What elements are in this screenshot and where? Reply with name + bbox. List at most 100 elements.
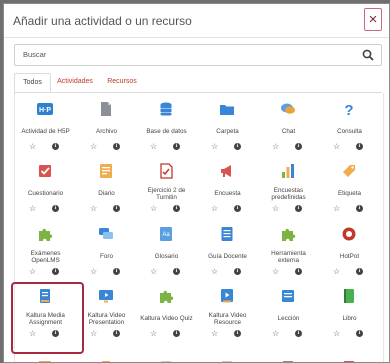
- info-icon[interactable]: i: [173, 268, 180, 275]
- star-icon[interactable]: ☆: [29, 205, 36, 213]
- modal-header: Añadir una actividad o un recurso ×: [4, 4, 389, 38]
- tab-actividades[interactable]: Actividades: [54, 73, 96, 92]
- star-icon[interactable]: ☆: [29, 143, 36, 151]
- star-icon[interactable]: ☆: [29, 268, 36, 276]
- info-icon[interactable]: i: [356, 268, 363, 275]
- info-icon[interactable]: i: [234, 330, 241, 337]
- info-icon[interactable]: i: [52, 268, 59, 275]
- star-icon[interactable]: ☆: [272, 268, 279, 276]
- partial-icon-6: [344, 361, 354, 362]
- question-icon: ?: [344, 102, 353, 117]
- search-input[interactable]: Buscar: [14, 44, 382, 66]
- search-icon[interactable]: [362, 49, 374, 61]
- star-icon[interactable]: ☆: [90, 330, 97, 338]
- info-icon[interactable]: i: [113, 330, 120, 337]
- survey-chart-icon: [282, 164, 294, 178]
- kaltura-resource-icon: [221, 289, 233, 303]
- activity-tile-kaltura-video-quiz[interactable]: Kaltura Video Quiz ☆ i: [137, 282, 196, 342]
- star-icon[interactable]: ☆: [333, 268, 340, 276]
- activity-tile-encuestas-predefinidas[interactable]: Encuestas predefinidas ☆ i: [259, 157, 318, 217]
- tag-icon: [343, 165, 355, 177]
- info-icon[interactable]: i: [173, 205, 180, 212]
- star-icon[interactable]: ☆: [272, 330, 279, 338]
- info-icon[interactable]: i: [295, 143, 302, 150]
- tile-label: Libro: [342, 315, 357, 323]
- partial-icon-4: [222, 361, 232, 362]
- activity-tile-etiqueta[interactable]: Etiqueta ☆ i: [320, 157, 379, 217]
- star-icon[interactable]: ☆: [211, 143, 218, 151]
- tile-label: Cuestionario: [27, 190, 64, 198]
- info-icon[interactable]: i: [295, 330, 302, 337]
- activity-tile-guia-docente[interactable]: Guía Docente ☆ i: [198, 220, 257, 280]
- activity-tile-kaltura-video-resource[interactable]: Kaltura Video Resource ☆ i: [198, 282, 257, 342]
- info-icon[interactable]: i: [173, 330, 180, 337]
- puzzle-icon: [282, 228, 296, 241]
- star-icon[interactable]: ☆: [150, 205, 157, 213]
- svg-text:?: ?: [344, 102, 353, 117]
- tile-label: Carpeta: [216, 128, 239, 136]
- quiz-icon: [39, 165, 51, 177]
- info-icon[interactable]: i: [295, 205, 302, 212]
- activity-tile-herramienta-externa[interactable]: Herramienta externa ☆ i: [259, 220, 318, 280]
- tile-label: Encuestas predefinidas: [271, 186, 306, 202]
- activity-tile-leccion[interactable]: Lección ☆ i: [259, 282, 318, 342]
- activity-tile-chat[interactable]: Chat ☆ i: [259, 95, 318, 155]
- info-icon[interactable]: i: [113, 143, 120, 150]
- tile-label: Kaltura Video Resource: [208, 311, 247, 327]
- star-icon[interactable]: ☆: [150, 268, 157, 276]
- star-icon[interactable]: ☆: [90, 143, 97, 151]
- activity-tile-glosario[interactable]: Aa Glosario ☆ i: [137, 220, 196, 280]
- tile-label: HotPot: [339, 253, 360, 261]
- info-icon[interactable]: i: [173, 143, 180, 150]
- info-icon[interactable]: i: [113, 268, 120, 275]
- info-icon[interactable]: i: [234, 143, 241, 150]
- activity-tile-cuestionario[interactable]: Cuestionario ☆ i: [16, 157, 75, 217]
- star-icon[interactable]: ☆: [150, 330, 157, 338]
- activity-tile-encuesta[interactable]: Encuesta ☆ i: [198, 157, 257, 217]
- info-icon[interactable]: i: [234, 268, 241, 275]
- activity-tile-diario[interactable]: Diario ☆ i: [77, 157, 136, 217]
- info-icon[interactable]: i: [113, 205, 120, 212]
- hotpot-icon: [342, 227, 356, 241]
- star-icon[interactable]: ☆: [150, 143, 157, 151]
- info-icon[interactable]: i: [356, 205, 363, 212]
- activity-tile-examenes-openlms[interactable]: Exámenes OpenLMS ☆ i: [16, 220, 75, 280]
- activity-tile-carpeta[interactable]: Carpeta ☆ i: [198, 95, 257, 155]
- modal-title: Añadir una actividad o un recurso: [13, 14, 192, 28]
- activity-chooser-modal: Añadir una actividad o un recurso × Busc…: [3, 3, 390, 363]
- tile-label: Ejercicio 2 de Turnitin: [147, 186, 186, 202]
- tile-label: Lección: [277, 315, 300, 323]
- activity-tile-libro[interactable]: Libro ☆ i: [320, 282, 379, 342]
- puzzle-icon: [39, 228, 53, 241]
- activity-tile-consulta[interactable]: ? Consulta ☆ i: [320, 95, 379, 155]
- close-button[interactable]: ×: [364, 8, 382, 31]
- info-icon[interactable]: i: [52, 205, 59, 212]
- lesson-icon: [282, 290, 294, 302]
- star-icon[interactable]: ☆: [90, 268, 97, 276]
- tab-todos[interactable]: Todos: [14, 73, 51, 92]
- star-icon[interactable]: ☆: [333, 330, 340, 338]
- tile-label: Base de datos: [146, 128, 187, 136]
- star-icon[interactable]: ☆: [333, 143, 340, 151]
- star-icon[interactable]: ☆: [333, 205, 340, 213]
- chat-icon: [281, 103, 295, 114]
- info-icon[interactable]: i: [234, 205, 241, 212]
- activity-tile-ejercicio-2-de-turnitin[interactable]: Ejercicio 2 de Turnitin ☆ i: [137, 157, 196, 217]
- info-icon[interactable]: i: [356, 143, 363, 150]
- activity-tile-hotpot[interactable]: HotPot ☆ i: [320, 220, 379, 280]
- activity-tile-base-de-datos[interactable]: Base de datos ☆ i: [137, 95, 196, 155]
- star-icon[interactable]: ☆: [272, 143, 279, 151]
- star-icon[interactable]: ☆: [211, 205, 218, 213]
- star-icon[interactable]: ☆: [272, 205, 279, 213]
- tab-recursos[interactable]: Recursos: [102, 73, 142, 92]
- star-icon[interactable]: ☆: [211, 268, 218, 276]
- info-icon[interactable]: i: [356, 330, 363, 337]
- activity-tile-archivo[interactable]: Archivo ☆ i: [77, 95, 136, 155]
- info-icon[interactable]: i: [52, 143, 59, 150]
- activity-tile-kaltura-video-presentation[interactable]: Kaltura Video Presentation ☆ i: [77, 282, 136, 342]
- activity-tile-foro[interactable]: Foro ☆ i: [77, 220, 136, 280]
- info-icon[interactable]: i: [295, 268, 302, 275]
- activity-tile-actividad-de-h5p[interactable]: H·P Actividad de H5P ☆ i: [16, 95, 75, 155]
- star-icon[interactable]: ☆: [211, 330, 218, 338]
- star-icon[interactable]: ☆: [90, 205, 97, 213]
